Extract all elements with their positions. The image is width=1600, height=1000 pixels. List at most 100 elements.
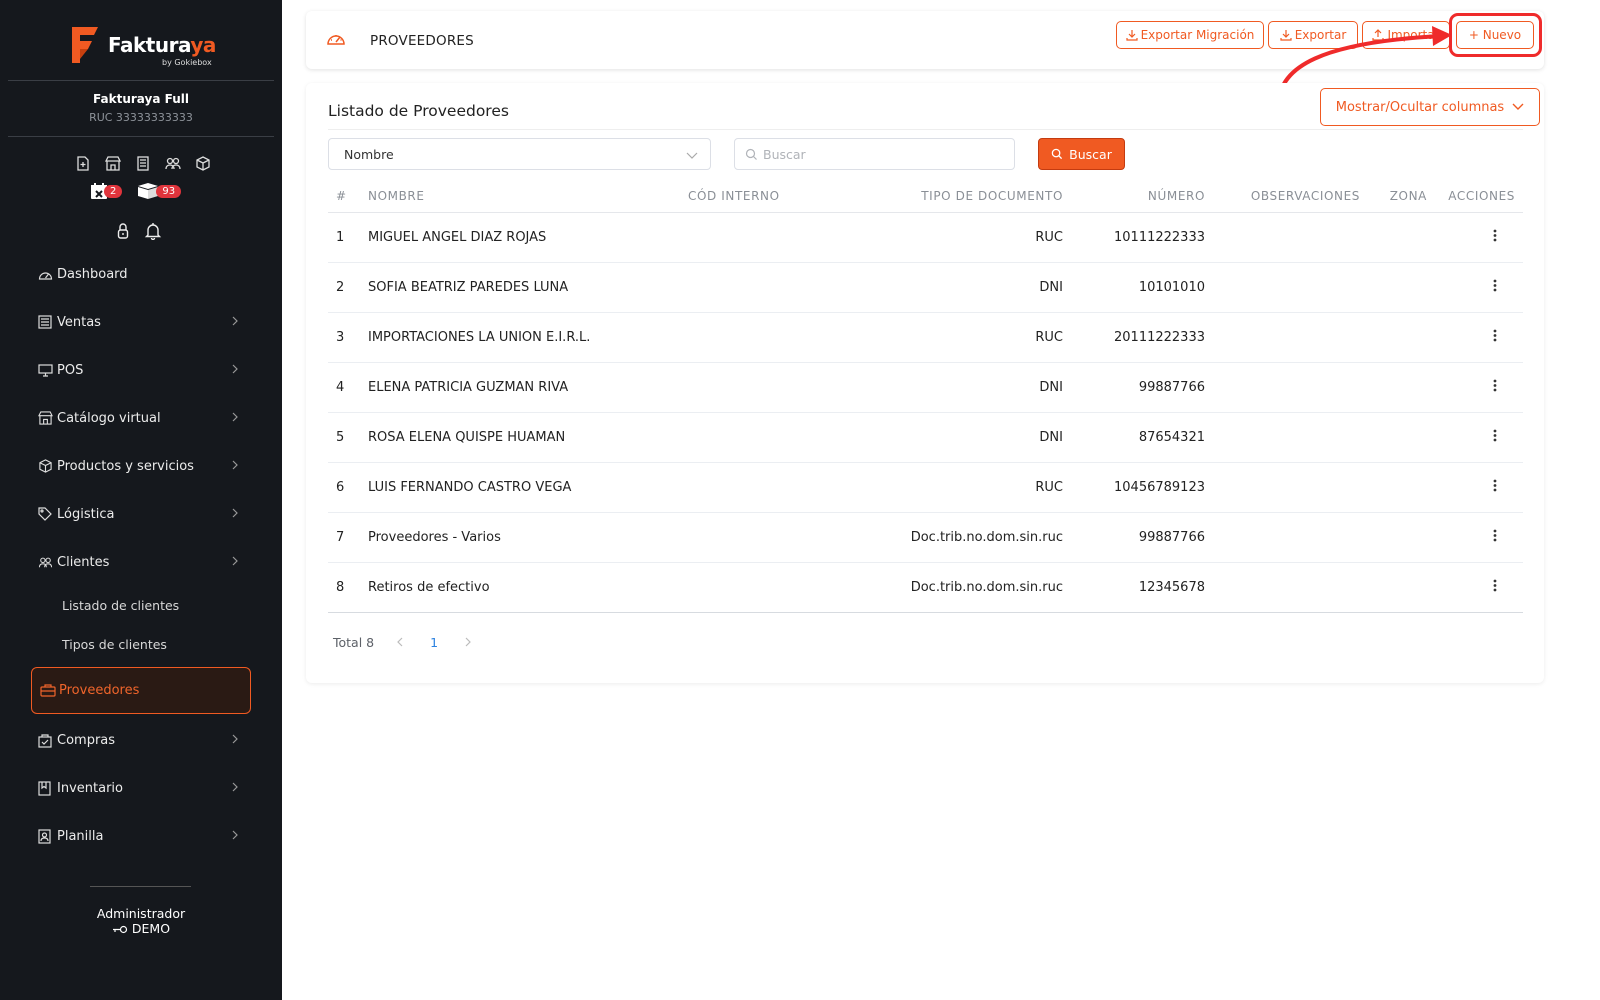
cell-acciones bbox=[1435, 262, 1523, 313]
col-header-nombre: NOMBRE bbox=[368, 180, 688, 213]
cell-observaciones bbox=[1205, 512, 1360, 563]
sidebar-item-pos[interactable]: POS bbox=[38, 358, 243, 382]
more-options-icon[interactable] bbox=[1487, 229, 1503, 246]
sidebar-item-catalogo-virtual[interactable]: Catálogo virtual bbox=[38, 406, 243, 430]
receipt-icon[interactable] bbox=[132, 154, 154, 172]
sidebar-item-dashboard[interactable]: Dashboard bbox=[38, 262, 243, 286]
sidebar-item-logistica[interactable]: Lógistica bbox=[38, 502, 243, 526]
quick-actions bbox=[72, 154, 214, 172]
sidebar-subitem-tipos-clientes[interactable]: Tipos de clientes bbox=[62, 637, 167, 652]
logo-brand-main: Faktura bbox=[108, 33, 191, 57]
lock-icon[interactable] bbox=[116, 222, 130, 244]
more-options-icon[interactable] bbox=[1487, 329, 1503, 346]
dashboard-icon bbox=[326, 30, 346, 50]
divider bbox=[328, 129, 1523, 130]
table-row: 7 Proveedores - Varios Doc.trib.no.dom.sin… bbox=[328, 512, 1523, 563]
user-role: DEMO bbox=[0, 921, 282, 936]
col-header-cod-interno: CÓD INTERNO bbox=[688, 180, 818, 213]
sidebar-item-label: Compras bbox=[57, 732, 116, 748]
cell-observaciones bbox=[1205, 262, 1360, 313]
tag-icon bbox=[38, 506, 54, 522]
cell-observaciones bbox=[1205, 362, 1360, 413]
filter-field-value: Nombre bbox=[344, 146, 394, 162]
more-options-icon[interactable] bbox=[1487, 479, 1503, 496]
cell-tipo-documento: DNI bbox=[818, 262, 1063, 313]
sidebar-item-planilla[interactable]: Planilla bbox=[38, 824, 243, 848]
table-row: 8 Retiros de efectivo Doc.trib.no.dom.sin.… bbox=[328, 562, 1523, 613]
cell-zona bbox=[1360, 562, 1435, 613]
page-number[interactable]: 1 bbox=[430, 635, 438, 650]
sidebar-item-ventas[interactable]: Ventas bbox=[38, 310, 243, 334]
bell-icon[interactable] bbox=[144, 222, 162, 244]
stock-badge[interactable]: 93 bbox=[136, 182, 182, 200]
cell-tipo-documento: DNI bbox=[818, 412, 1063, 463]
more-options-icon[interactable] bbox=[1487, 429, 1503, 446]
page-title: PROVEEDORES bbox=[370, 33, 474, 49]
sidebar-item-label: Catálogo virtual bbox=[57, 410, 161, 426]
sidebar-item-productos-servicios[interactable]: Productos y servicios bbox=[38, 454, 243, 478]
col-header-observaciones: OBSERVACIONES bbox=[1205, 180, 1360, 213]
search-input[interactable]: Buscar bbox=[734, 138, 1015, 170]
cell-numero: 99887766 bbox=[1063, 512, 1205, 563]
table-row: 1 MIGUEL ANGEL DIAZ ROJAS RUC 10111222333 bbox=[328, 212, 1523, 263]
box-icon[interactable] bbox=[192, 154, 214, 172]
sidebar-item-label: Dashboard bbox=[57, 266, 128, 282]
chevron-right-icon bbox=[231, 555, 239, 570]
more-options-icon[interactable] bbox=[1487, 579, 1503, 596]
cell-observaciones bbox=[1205, 312, 1360, 363]
sales-icon bbox=[38, 314, 54, 330]
users-icon[interactable] bbox=[162, 154, 184, 172]
store-icon[interactable] bbox=[102, 154, 124, 172]
more-options-icon[interactable] bbox=[1487, 279, 1503, 296]
cell-cod-interno bbox=[688, 412, 818, 463]
sidebar-item-label: Ventas bbox=[57, 314, 101, 330]
logo-mark-icon bbox=[72, 27, 98, 63]
cell-cod-interno bbox=[688, 262, 818, 313]
cell-index: 4 bbox=[328, 362, 368, 413]
cell-numero: 99887766 bbox=[1063, 362, 1205, 413]
sidebar-item-clientes[interactable]: Clientes bbox=[38, 550, 243, 574]
more-options-icon[interactable] bbox=[1487, 379, 1503, 396]
toggle-columns-button[interactable]: Mostrar/Ocultar columnas bbox=[1320, 88, 1540, 126]
more-options-icon[interactable] bbox=[1487, 529, 1503, 546]
cell-observaciones bbox=[1205, 462, 1360, 513]
cell-zona bbox=[1360, 212, 1435, 263]
dashboard-icon bbox=[38, 266, 54, 282]
filter-field-select[interactable]: Nombre bbox=[328, 138, 711, 170]
sidebar-item-inventario[interactable]: Inventario bbox=[38, 776, 243, 800]
cell-acciones bbox=[1435, 412, 1523, 463]
cell-index: 8 bbox=[328, 562, 368, 613]
chevron-right-icon[interactable] bbox=[464, 635, 472, 650]
chevron-right-icon bbox=[231, 459, 239, 474]
cell-numero: 10101010 bbox=[1063, 262, 1205, 313]
chevron-right-icon bbox=[231, 315, 239, 330]
cell-numero: 12345678 bbox=[1063, 562, 1205, 613]
chevron-right-icon bbox=[231, 507, 239, 522]
providers-table: # NOMBRE CÓD INTERNO TIPO DE DOCUMENTO N… bbox=[328, 180, 1523, 613]
pagination-total: Total 8 bbox=[333, 635, 375, 650]
cell-nombre: Retiros de efectivo bbox=[368, 562, 688, 613]
cell-observaciones bbox=[1205, 212, 1360, 263]
sidebar-subitem-listado-clientes[interactable]: Listado de clientes bbox=[62, 598, 179, 613]
id-card-icon bbox=[38, 828, 54, 844]
chevron-right-icon bbox=[231, 781, 239, 796]
sidebar-item-proveedores[interactable]: Proveedores bbox=[31, 667, 251, 714]
sidebar-item-label: POS bbox=[57, 362, 84, 378]
cell-acciones bbox=[1435, 512, 1523, 563]
search-button[interactable]: Buscar bbox=[1038, 138, 1125, 170]
cell-acciones bbox=[1435, 362, 1523, 413]
app-logo[interactable]: Fakturaya by Gokiebox bbox=[68, 25, 218, 71]
cell-zona bbox=[1360, 462, 1435, 513]
export-migration-button[interactable]: Exportar Migración bbox=[1116, 21, 1264, 49]
user-name: Administrador bbox=[96, 906, 186, 921]
store-icon bbox=[38, 410, 54, 426]
chevron-right-icon bbox=[231, 733, 239, 748]
sidebar-item-label: Clientes bbox=[57, 554, 110, 570]
chevron-left-icon[interactable] bbox=[396, 635, 404, 650]
table-row: 5 ROSA ELENA QUISPE HUAMAN DNI 87654321 bbox=[328, 412, 1523, 463]
cell-zona bbox=[1360, 262, 1435, 313]
expired-docs-badge[interactable]: 2 bbox=[90, 182, 123, 200]
cell-nombre: MIGUEL ANGEL DIAZ ROJAS bbox=[368, 212, 688, 263]
sidebar-item-compras[interactable]: Compras bbox=[38, 728, 243, 752]
document-add-icon[interactable] bbox=[72, 154, 94, 172]
